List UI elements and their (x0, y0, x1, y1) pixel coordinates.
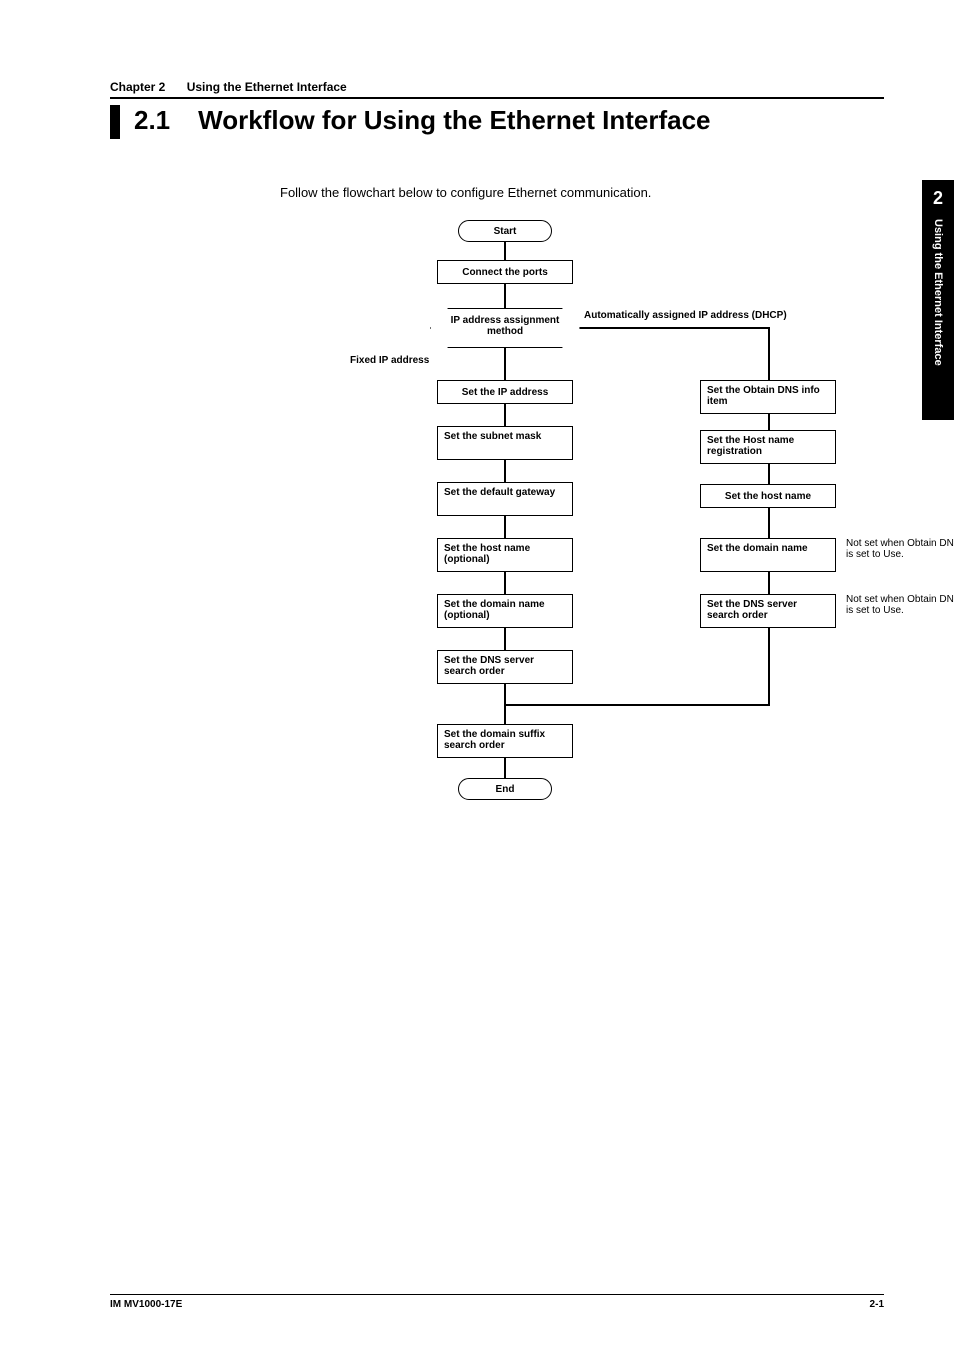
connector (504, 572, 506, 594)
flow-left-d: Set the host name (optional) (437, 538, 573, 572)
side-tab: 2 Using the Ethernet Interface (922, 180, 954, 420)
connector (768, 628, 770, 704)
flow-left-g: Set the domain suffix search order (437, 724, 573, 758)
intro-text: Follow the flowchart below to configure … (280, 185, 884, 200)
flow-left-a: Set the IP address (437, 380, 573, 404)
flow-right-a: Set the Obtain DNS info item (700, 380, 836, 414)
connector (504, 404, 506, 426)
connector (768, 464, 770, 484)
flowchart: Start Connect the ports IP address assig… (240, 220, 880, 870)
heading-bar (110, 105, 120, 139)
connector (768, 572, 770, 594)
connector (504, 758, 506, 778)
flow-decision: IP address assignment method (430, 308, 580, 348)
connector (504, 460, 506, 482)
flow-left-e: Set the domain name (optional) (437, 594, 573, 628)
section-title: Workflow for Using the Ethernet Interfac… (198, 105, 710, 136)
flow-right-b: Set the Host name registration (700, 430, 836, 464)
flow-left-f: Set the DNS server search order (437, 650, 573, 684)
connector (504, 284, 506, 308)
connector (768, 327, 770, 380)
connector (504, 704, 770, 706)
section-heading: 2.1 Workflow for Using the Ethernet Inte… (110, 105, 884, 139)
section-number: 2.1 (134, 105, 170, 136)
connector (504, 628, 506, 650)
flow-left-b: Set the subnet mask (437, 426, 573, 460)
flow-right-e: Set the DNS server search order (700, 594, 836, 628)
flow-connect: Connect the ports (437, 260, 573, 284)
connector (504, 516, 506, 538)
tab-label: Using the Ethernet Interface (932, 219, 944, 366)
footer-right: 2-1 (870, 1299, 884, 1310)
connector (580, 327, 770, 329)
connector (504, 348, 506, 380)
branch-left-label: Fixed IP address (350, 355, 429, 366)
flow-right-d: Set the domain name (700, 538, 836, 572)
flow-note-1: Not set when Obtain DNS info is set to U… (846, 538, 954, 560)
branch-right-label: Automatically assigned IP address (DHCP) (584, 310, 787, 321)
footer-left: IM MV1000-17E (110, 1299, 182, 1310)
connector (504, 242, 506, 260)
flow-start: Start (458, 220, 552, 242)
chapter-number: Chapter 2 (110, 80, 165, 94)
chapter-title: Using the Ethernet Interface (187, 80, 347, 94)
flow-left-c: Set the default gateway (437, 482, 573, 516)
flow-right-c: Set the host name (700, 484, 836, 508)
page-footer: IM MV1000-17E 2-1 (110, 1294, 884, 1310)
connector (768, 508, 770, 538)
flow-end: End (458, 778, 552, 800)
connector (768, 414, 770, 430)
chapter-header: Chapter 2 Using the Ethernet Interface (110, 80, 884, 99)
flow-note-2: Not set when Obtain DNS info is set to U… (846, 594, 954, 616)
tab-number: 2 (933, 188, 943, 209)
